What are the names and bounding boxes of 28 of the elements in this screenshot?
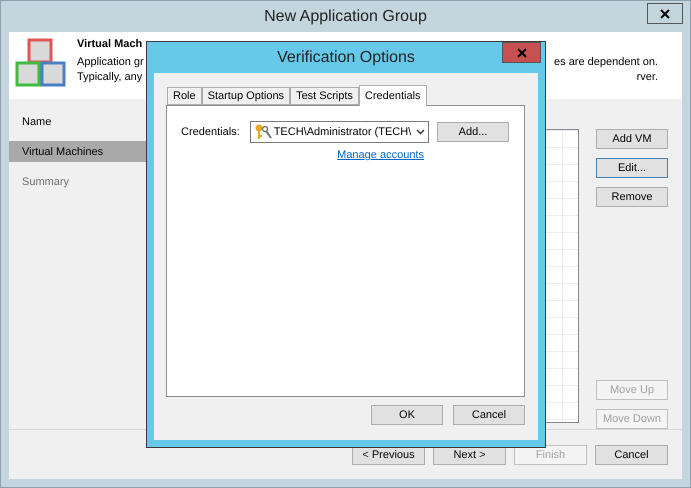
- dialog-button[interactable]: OK: [371, 405, 443, 425]
- sidebar-item[interactable]: Name: [9, 111, 149, 132]
- header-description: rver.: [636, 70, 658, 85]
- credentials-dropdown[interactable]: TECH\Administrator (TECH\: [250, 121, 430, 143]
- dialog-title: Verification Options: [277, 48, 415, 66]
- tab[interactable]: Startup Options: [202, 87, 290, 105]
- manage-accounts-link[interactable]: Manage accounts: [337, 149, 424, 161]
- header-description: Typically, any: [77, 70, 144, 85]
- add-button[interactable]: Add...: [437, 122, 509, 142]
- header-description: Application gr: [77, 55, 144, 70]
- sidebar-item[interactable]: Virtual Machines: [9, 141, 149, 162]
- close-button[interactable]: [647, 3, 683, 24]
- header-title: Virtual Mach: [77, 38, 144, 52]
- footer-button[interactable]: Cancel: [595, 444, 668, 464]
- tab[interactable]: Role: [167, 87, 202, 105]
- tab[interactable]: Test Scripts: [290, 87, 359, 105]
- credentials-label: Credentials:: [181, 126, 240, 138]
- dialog-button[interactable]: Cancel: [453, 405, 525, 425]
- side-button[interactable]: Remove: [596, 187, 668, 207]
- chevron-down-icon: [416, 129, 426, 135]
- close-icon: [516, 48, 526, 58]
- header-description: es are dependent on.: [554, 55, 658, 70]
- key-icon: [254, 124, 272, 140]
- side-button[interactable]: Edit...: [596, 158, 668, 178]
- close-icon: [660, 8, 670, 18]
- window-title: New Application Group: [264, 8, 427, 26]
- side-button[interactable]: Add VM: [596, 129, 668, 149]
- tab[interactable]: Credentials: [358, 85, 427, 106]
